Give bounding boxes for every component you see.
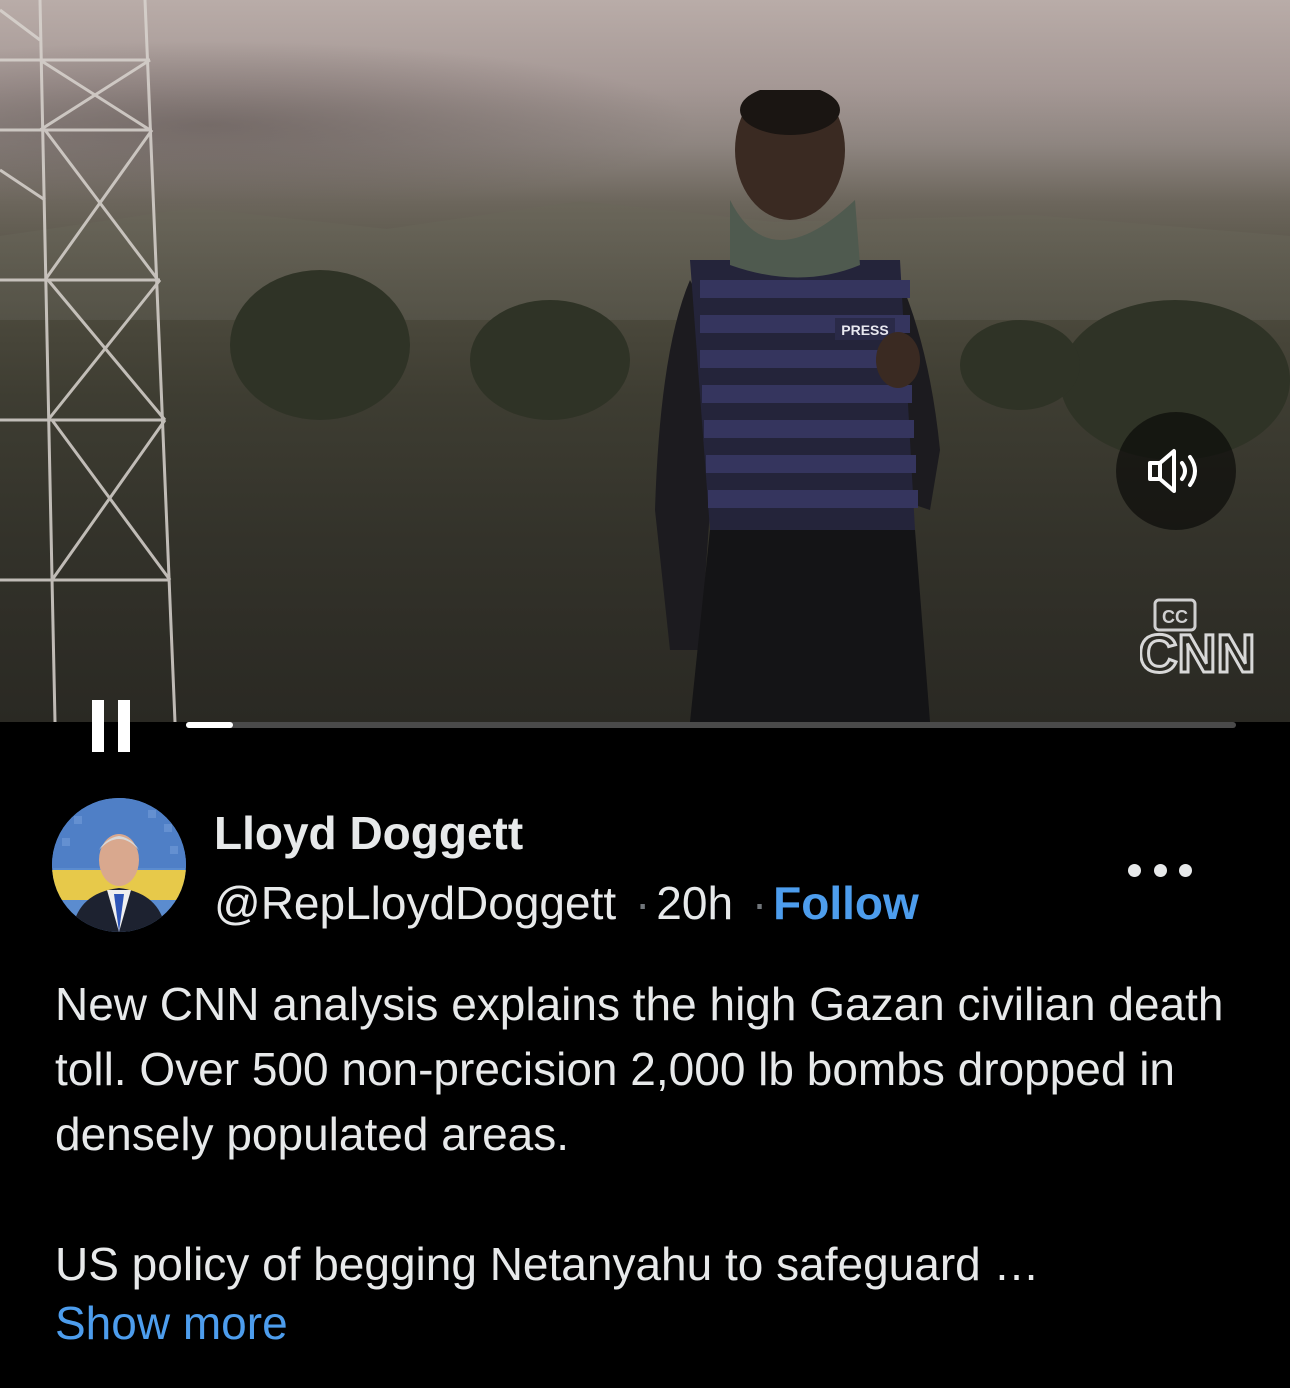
tweet-timestamp[interactable]: 20h [656, 877, 733, 929]
pause-icon-bar-left [92, 700, 104, 752]
video-progress-fill [186, 722, 234, 728]
cnn-logo: CNN [1140, 624, 1255, 680]
more-options-icon[interactable] [1128, 852, 1192, 888]
mute-toggle-button[interactable] [1116, 412, 1236, 530]
author-name[interactable]: Lloyd Doggett [214, 806, 523, 860]
press-badge: PRESS [841, 322, 888, 338]
tree [230, 270, 410, 420]
follow-button[interactable]: Follow [773, 877, 919, 929]
speaker-on-icon [1148, 449, 1197, 493]
tweet-paragraph: US policy of begging Netanyahu to safegu… [55, 1238, 1040, 1290]
video-player[interactable]: PRESS CC CNN [0, 0, 1290, 722]
avatar-photo [52, 798, 186, 932]
tweet-body: New CNN analysis explains the high Gazan… [55, 972, 1255, 1297]
tree [470, 300, 630, 420]
tweet-meta-line: @RepLloydDoggett · 20h · Follow [214, 876, 919, 930]
separator-dot: · [634, 877, 651, 929]
pause-button[interactable] [92, 700, 138, 752]
more-dot [1179, 863, 1192, 877]
author-handle[interactable]: @RepLloydDoggett [214, 877, 616, 929]
pause-icon-bar-right [118, 700, 130, 752]
more-dot [1128, 863, 1141, 877]
tweet-paragraph: New CNN analysis explains the high Gazan… [55, 978, 1224, 1160]
more-dot [1153, 863, 1167, 877]
separator-dot: · [751, 877, 768, 929]
reporter: PRESS [655, 90, 940, 722]
author-avatar[interactable] [52, 798, 186, 932]
cnn-logo-text: CNN [1140, 624, 1255, 680]
show-more-link[interactable]: Show more [55, 1296, 288, 1350]
tree [960, 320, 1080, 410]
power-tower [0, 0, 177, 722]
video-progress-bar[interactable] [186, 722, 1236, 728]
